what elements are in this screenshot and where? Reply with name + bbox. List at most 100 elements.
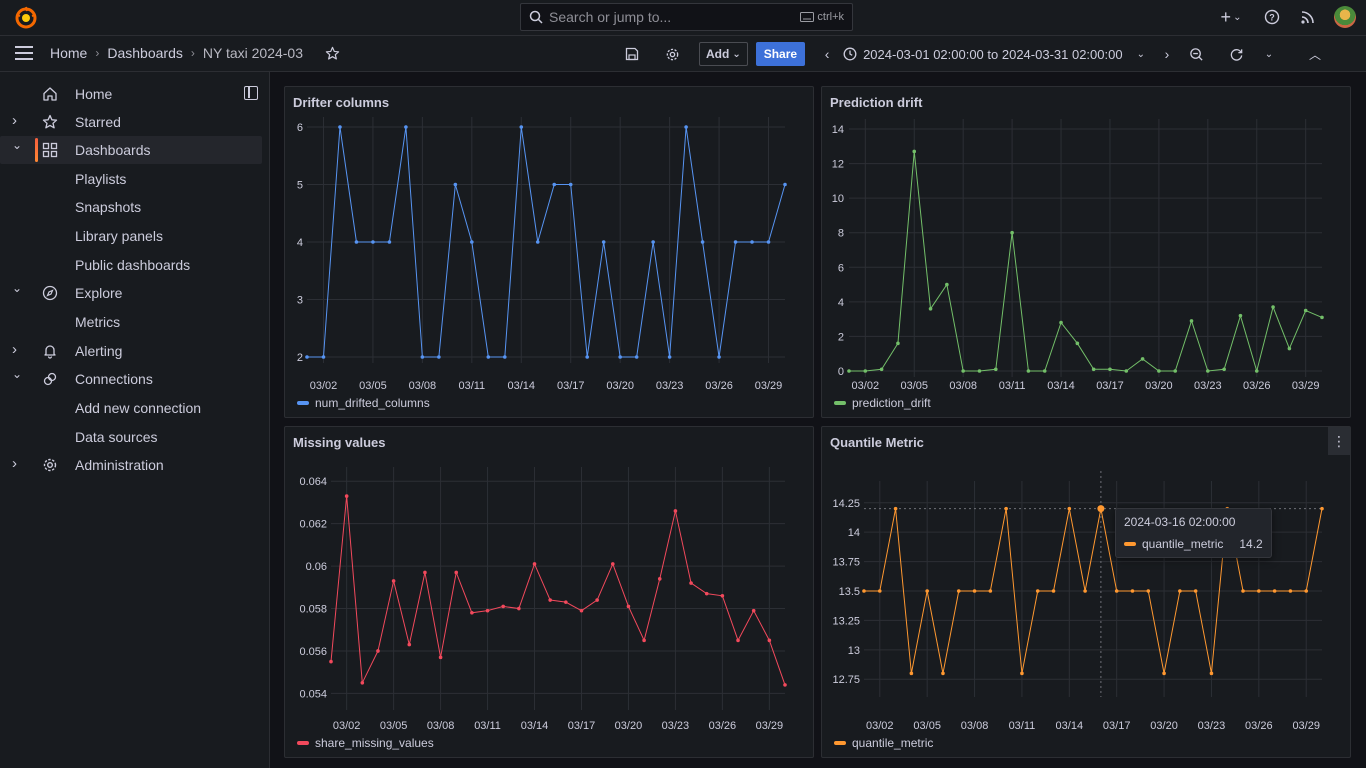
data-point[interactable] (371, 240, 375, 244)
data-point[interactable] (642, 638, 646, 643)
data-point[interactable] (1209, 671, 1214, 676)
data-point[interactable] (750, 240, 754, 244)
data-point[interactable] (1241, 589, 1245, 593)
data-point[interactable] (1189, 319, 1194, 323)
chevron-down-icon[interactable]: ⌄ (12, 138, 24, 152)
data-point[interactable] (552, 182, 557, 187)
data-point[interactable] (1146, 589, 1151, 593)
sidebar-item-data-sources[interactable]: Data sources (0, 423, 262, 451)
time-back-chevron-icon[interactable]: ‹ (819, 42, 835, 66)
data-point[interactable] (548, 598, 552, 602)
chevron-down-icon[interactable]: ⌄ (12, 281, 24, 295)
data-point[interactable] (956, 589, 961, 593)
data-point[interactable] (1193, 589, 1198, 593)
data-point[interactable] (407, 642, 412, 647)
data-point[interactable] (595, 598, 599, 602)
data-point[interactable] (470, 240, 474, 244)
data-point[interactable] (404, 125, 408, 129)
data-point[interactable] (717, 355, 721, 359)
time-range-picker[interactable]: 2024-03-01 02:00:00 to 2024-03-31 02:00:… (843, 47, 1145, 62)
data-point[interactable] (783, 683, 787, 687)
data-point[interactable] (1097, 505, 1105, 513)
data-point[interactable] (961, 369, 965, 373)
data-point[interactable] (704, 591, 709, 596)
sidebar-item-explore[interactable]: ⌄ Explore (0, 279, 262, 307)
data-point[interactable] (1042, 369, 1047, 373)
sidebar-item-dashboards[interactable]: ⌄ Dashboards (0, 136, 262, 164)
data-point[interactable] (863, 369, 868, 373)
data-point[interactable] (532, 562, 537, 566)
avatar[interactable] (1334, 6, 1356, 28)
data-point[interactable] (736, 638, 740, 643)
data-point[interactable] (1091, 367, 1096, 372)
sidebar-item-alerting[interactable]: › Alerting (0, 337, 262, 365)
data-point[interactable] (1206, 369, 1210, 373)
data-point[interactable] (1254, 369, 1259, 373)
chevron-down-icon[interactable]: ⌄ (12, 367, 24, 381)
breadcrumb-dashboards[interactable]: Dashboards (107, 45, 183, 61)
chart-plot[interactable]: 0.054 0.056 0.058 0.06 0.062 0.064 03/02 03/05 0… (285, 427, 813, 757)
data-point[interactable] (618, 355, 622, 359)
data-point[interactable] (733, 240, 738, 244)
sidebar-item-add-new-connection[interactable]: Add new connection (0, 394, 262, 422)
data-point[interactable] (501, 604, 506, 609)
data-point[interactable] (945, 282, 949, 287)
data-point[interactable] (485, 608, 490, 613)
save-icon[interactable] (620, 42, 644, 66)
data-point[interactable] (453, 182, 458, 187)
sidebar-item-starred[interactable]: › Starred (0, 108, 262, 136)
data-point[interactable] (338, 125, 342, 129)
search-input[interactable]: Search or jump to... ctrl+k (520, 3, 853, 31)
data-point[interactable] (1173, 369, 1178, 373)
data-point[interactable] (751, 608, 756, 613)
data-point[interactable] (344, 494, 349, 498)
series-line-prediction_drift[interactable] (849, 151, 1323, 373)
data-point[interactable] (1059, 320, 1063, 325)
data-point[interactable] (1083, 589, 1087, 593)
data-point[interactable] (454, 570, 459, 575)
data-point[interactable] (1140, 357, 1145, 361)
data-point[interactable] (470, 610, 474, 615)
data-point[interactable] (1238, 313, 1243, 318)
sidebar-item-public-dashboards[interactable]: Public dashboards (0, 251, 262, 279)
data-point[interactable] (909, 671, 914, 676)
data-point[interactable] (1288, 589, 1293, 593)
data-point[interactable] (1124, 369, 1129, 373)
data-point[interactable] (1114, 589, 1119, 593)
data-point[interactable] (535, 240, 540, 244)
data-point[interactable] (519, 125, 524, 129)
chevron-right-icon[interactable]: › (12, 112, 24, 129)
data-point[interactable] (517, 606, 521, 611)
collapse-chevron-up-icon[interactable]: ︿ (1305, 42, 1325, 66)
data-point[interactable] (391, 579, 396, 583)
data-point[interactable] (1157, 369, 1161, 373)
data-point[interactable] (626, 604, 631, 609)
data-point[interactable] (941, 671, 945, 676)
data-point[interactable] (1320, 315, 1324, 320)
legend-item[interactable]: quantile_metric (834, 736, 933, 750)
settings-gear-icon[interactable] (660, 42, 684, 66)
plus-icon[interactable]: + ⌄ (1216, 7, 1246, 27)
data-point[interactable] (1257, 589, 1261, 593)
data-point[interactable] (1304, 589, 1309, 593)
menu-icon[interactable] (15, 46, 33, 60)
data-point[interactable] (354, 240, 359, 244)
sidebar-item-home[interactable]: Home (0, 80, 262, 108)
data-point[interactable] (862, 589, 866, 593)
series-line-share_missing_values[interactable] (330, 496, 786, 686)
sidebar-item-administration[interactable]: › Administration (0, 451, 262, 479)
refresh-interval-chevron-icon[interactable]: ⌄ (1261, 42, 1277, 66)
data-point[interactable] (896, 341, 900, 346)
data-point[interactable] (610, 562, 615, 566)
data-point[interactable] (925, 589, 929, 593)
data-point[interactable] (1320, 506, 1324, 511)
data-point[interactable] (1222, 367, 1226, 372)
data-point[interactable] (1010, 230, 1014, 235)
grafana-logo-icon[interactable] (14, 6, 38, 30)
data-point[interactable] (1108, 367, 1112, 372)
data-point[interactable] (879, 367, 884, 372)
data-point[interactable] (988, 589, 993, 593)
data-point[interactable] (1303, 308, 1308, 313)
data-point[interactable] (305, 355, 309, 359)
data-point[interactable] (423, 570, 427, 575)
